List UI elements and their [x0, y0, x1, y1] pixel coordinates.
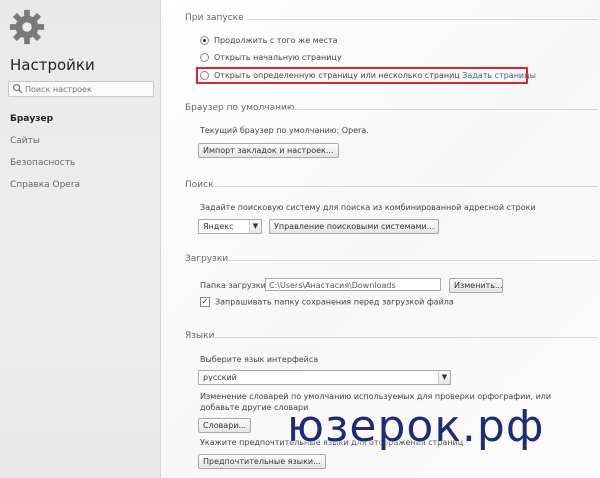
search-icon — [12, 83, 23, 94]
preferred-languages-button[interactable]: Предпочтительные языки... — [198, 454, 326, 469]
search-engine-select[interactable]: Яндекс ▼ — [198, 219, 262, 234]
highlight-box — [196, 67, 528, 84]
sidebar-item-browser[interactable]: Браузер — [10, 112, 80, 134]
startup-option-homepage[interactable]: Открыть начальную страницу — [200, 53, 342, 62]
sidebar: Настройки Браузер Сайты Безопасность Спр… — [0, 0, 161, 478]
sidebar-item-sites[interactable]: Сайты — [10, 134, 80, 156]
watermark: юзерок.рф — [287, 401, 545, 452]
divider — [215, 186, 598, 187]
section-title-startup: При запуске — [185, 13, 244, 23]
ask-download-folder-option[interactable]: ✓ Запрашивать папку сохранения перед загр… — [200, 297, 454, 307]
startup-option-continue[interactable]: Продолжить с того же места — [200, 36, 338, 45]
section-title-languages: Языки — [185, 331, 215, 341]
dictionaries-button[interactable]: Словари... — [198, 418, 252, 433]
section-title-downloads: Загрузки — [185, 254, 229, 264]
sidebar-nav: Браузер Сайты Безопасность Справка Opera — [10, 112, 80, 200]
ui-language-label: Выберите язык интерфейса — [200, 355, 319, 364]
change-folder-button[interactable]: Изменить... — [449, 278, 503, 293]
gear-icon — [9, 9, 45, 45]
settings-search[interactable] — [8, 81, 154, 97]
download-folder-label: Папка загрузки: — [200, 281, 269, 290]
import-bookmarks-button[interactable]: Импорт закладок и настроек... — [198, 143, 339, 158]
search-text: Задайте поисковую систему для поиска из … — [200, 203, 536, 212]
default-browser-text: Текущий браузер по умолчанию: Opera. — [200, 126, 369, 135]
settings-title: Настройки — [10, 56, 95, 74]
section-title-default-browser: Браузер по умолчанию — [185, 103, 295, 113]
manage-search-engines-button[interactable]: Управление поисковыми системами... — [269, 219, 440, 234]
search-input[interactable] — [25, 82, 149, 96]
sidebar-item-security[interactable]: Безопасность — [10, 156, 80, 178]
ui-language-select[interactable]: русский ▼ — [198, 370, 451, 385]
divider — [273, 109, 598, 110]
sidebar-item-opera-help[interactable]: Справка Opera — [10, 178, 80, 200]
divider — [247, 19, 598, 20]
chevron-down-icon: ▼ — [249, 220, 261, 233]
download-folder-field[interactable]: C:\Users\Анастасия\Downloads — [265, 278, 441, 291]
divider — [213, 337, 598, 338]
checkbox[interactable]: ✓ — [200, 297, 210, 307]
radio-button[interactable] — [200, 36, 209, 45]
radio-button[interactable] — [200, 53, 209, 62]
section-title-search: Поиск — [185, 180, 214, 190]
chevron-down-icon: ▼ — [438, 371, 450, 384]
divider — [227, 260, 598, 261]
